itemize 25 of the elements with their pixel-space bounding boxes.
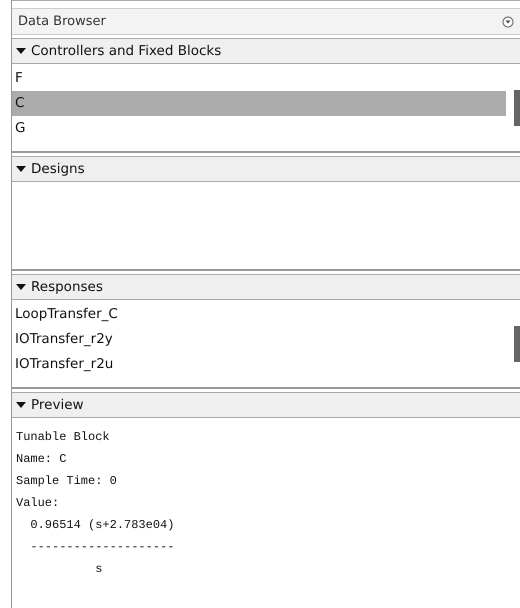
preview-text: s [94,561,102,578]
section-header[interactable]: Responses [12,274,520,300]
section-header[interactable]: Designs [12,156,520,182]
preview-text: Sample Time: 0 [16,473,117,490]
preview-text: -------------------- [29,539,174,556]
list-item[interactable]: F [12,66,506,91]
list-item[interactable]: C [12,91,506,116]
list-item[interactable]: LoopTransfer_C [12,302,506,327]
collapse-icon [16,283,26,291]
section-header[interactable]: Controllers and Fixed Blocks [12,38,520,64]
scrollbar-thumb[interactable] [514,90,520,126]
collapse-icon [16,401,26,409]
preview-text: Tunable Block [16,429,110,446]
list-item[interactable]: IOTransfer_r2u [12,352,506,377]
collapse-icon [16,165,26,173]
preview-text: Value: [16,495,60,512]
dropdown-icon[interactable] [502,16,514,28]
scrollbar-thumb[interactable] [514,326,520,362]
section-header[interactable]: Preview [12,392,520,418]
collapse-icon [16,47,26,55]
list-item[interactable]: IOTransfer_r2y [12,327,506,352]
preview-text: 0.96514 (s+2.783e04) [29,517,174,534]
preview-text: Name: C [16,451,66,468]
list-item[interactable]: G [12,116,506,141]
panel-title: Data Browser [18,14,106,29]
